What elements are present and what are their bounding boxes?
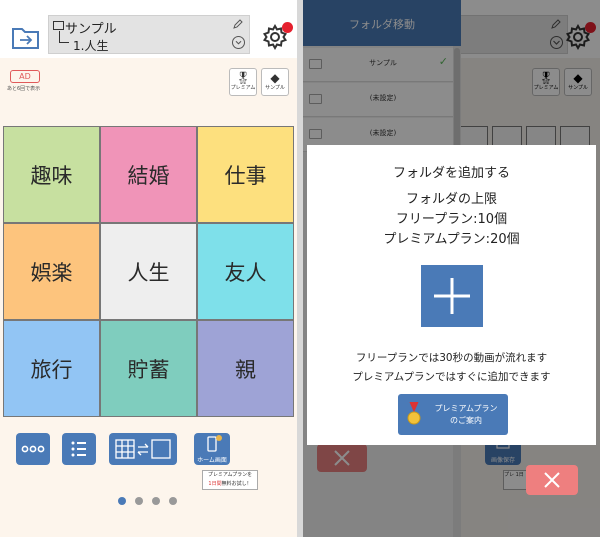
grid-cell[interactable]: 旅行 <box>3 320 100 417</box>
pencil-icon[interactable] <box>232 18 244 30</box>
page-indicator <box>118 490 186 509</box>
grid-cell[interactable]: 娯楽 <box>3 223 100 320</box>
promo-line-2: 1日間無料お試し！ <box>203 480 257 489</box>
premium-plan-note: プレミアムプランではすぐに追加できます <box>352 371 551 383</box>
page-dot[interactable] <box>169 497 177 505</box>
main-screen: サンプル 1.人生 AD あと6回で表示 🎖 プレミアム ◆ サンプル 趣味 結… <box>0 0 297 537</box>
grid-cell-label: 趣味 <box>30 163 73 188</box>
dialog-close-button[interactable] <box>526 465 578 495</box>
tree-elbow <box>59 31 69 43</box>
home-screen-button[interactable]: ホーム画面 <box>194 433 230 465</box>
page-dot[interactable] <box>135 497 143 505</box>
grid-cell-label: 娯楽 <box>30 260 73 285</box>
grid-cell[interactable]: 仕事 <box>197 126 294 223</box>
sample-mini-button[interactable]: ◆ サンプル <box>261 68 289 96</box>
ad-remaining-note: あと6回で表示 <box>7 86 41 92</box>
more-button[interactable] <box>16 433 50 465</box>
grid-cell[interactable]: 結婚 <box>100 126 197 223</box>
grid-cell-label: 貯蓄 <box>127 357 170 382</box>
notification-dot <box>282 22 293 33</box>
premium-button-text: プレミアムプラン のご案内 <box>426 403 506 427</box>
medal-icon <box>407 402 421 425</box>
chevron-down-icon[interactable] <box>232 36 245 49</box>
page-dot[interactable] <box>118 497 126 505</box>
promo-line-1: プレミアムプランを <box>207 472 253 478</box>
folder-icon <box>12 28 39 49</box>
home-screen-label: ホーム画面 <box>197 457 227 464</box>
premium-button-line-1: プレミアムプラン <box>434 404 498 413</box>
folder-path-box[interactable]: サンプル 1.人生 <box>48 15 250 54</box>
premium-plan-limit: プレミアムプラン:20個 <box>383 232 520 247</box>
grid-cell[interactable]: 貯蓄 <box>100 320 197 417</box>
promo-rest: 無料お試し！ <box>221 481 252 487</box>
premium-plan-info-button[interactable]: プレミアムプラン のご案内 <box>398 394 508 435</box>
dialog-title: フォルダを追加する <box>392 166 510 181</box>
grid-cell-label: 友人 <box>224 260 267 285</box>
grid-toggle-button[interactable] <box>109 433 177 465</box>
medal-icon: 🎖 <box>235 71 251 85</box>
grid-cell-center[interactable]: 人生 <box>100 223 197 320</box>
grid-cell-label: 旅行 <box>30 357 73 382</box>
add-folder-screen: 🎖 プレミアム ◆ サンプル 画像保存 プレ 1日 フォルダ移動 サンプル ✓ … <box>303 0 600 537</box>
folder-move-button[interactable] <box>10 25 42 51</box>
sample-mini-label: サンプル <box>265 85 285 91</box>
add-folder-button[interactable] <box>421 265 483 327</box>
grid-cell[interactable]: 友人 <box>197 223 294 320</box>
phone-icon <box>207 435 222 452</box>
list-icon <box>71 441 86 457</box>
current-item-name: 1.人生 <box>73 39 109 53</box>
premium-mini-button[interactable]: 🎖 プレミアム <box>229 68 257 96</box>
free-plan-note: フリープランでは30秒の動画が流れます <box>355 352 548 364</box>
more-dots-icon <box>21 445 45 453</box>
grid-cell[interactable]: 趣味 <box>3 126 100 223</box>
add-folder-dialog: フォルダを追加する フォルダの上限 フリープラン:10個 プレミアムプラン:20… <box>307 145 596 445</box>
mandala-grid: 趣味 結婚 仕事 娯楽 人生 友人 旅行 貯蓄 親 <box>3 126 295 417</box>
parent-folder-name: サンプル <box>65 22 117 37</box>
premium-trial-promo[interactable]: プレミアムプランを 1日間無料お試し！ <box>202 470 258 490</box>
list-view-button[interactable] <box>62 433 96 465</box>
grid-cell[interactable]: 親 <box>197 320 294 417</box>
bookmark-shield-icon: ◆ <box>270 71 280 85</box>
grid-cell-label: 親 <box>235 357 256 382</box>
grid-cell-label: 仕事 <box>224 163 267 188</box>
free-plan-limit: フリープラン:10個 <box>395 212 508 227</box>
limit-title: フォルダの上限 <box>405 192 497 207</box>
grid-cell-label: 人生 <box>127 260 170 285</box>
premium-mini-label: プレミアム <box>230 85 256 91</box>
grid-switch-icon <box>115 439 171 459</box>
folder-small-icon <box>53 21 64 30</box>
premium-button-line-2: のご案内 <box>450 416 482 425</box>
grid-cell-label: 結婚 <box>127 163 170 188</box>
plus-icon <box>434 278 470 314</box>
close-icon <box>544 472 560 488</box>
page-dot[interactable] <box>152 497 160 505</box>
ad-badge[interactable]: AD <box>10 70 40 83</box>
promo-days: 1日間 <box>208 481 222 487</box>
